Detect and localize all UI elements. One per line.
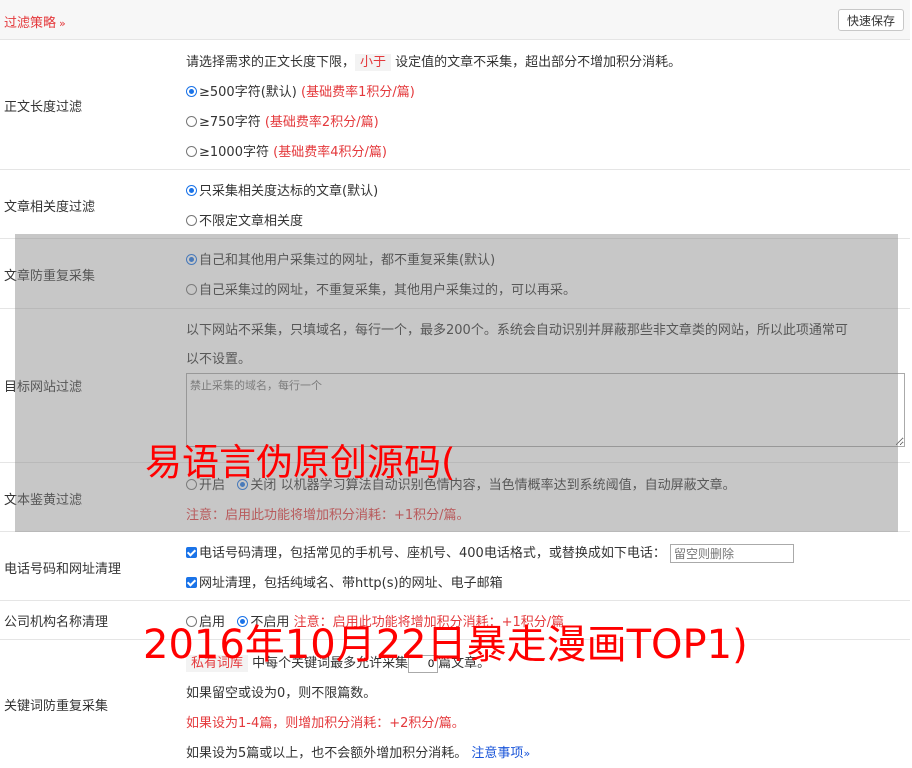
relevance-filter-row: 文章相关度过滤 只采集相关度达标的文章(默认) 不限定文章相关度 — [0, 170, 910, 239]
radio-selected-icon[interactable] — [186, 185, 197, 196]
length-option-500[interactable]: ≥500字符(默认) (基础费率1积分/篇) — [186, 81, 415, 100]
org-clean-label: 公司机构名称清理 — [4, 615, 109, 630]
site-filter-label: 目标网站过滤 — [4, 380, 83, 395]
keyword-limit-line: 私有词库 中每个关键词最多允许采集篇文章。 — [186, 652, 490, 673]
url-clean-option[interactable]: 网址清理，包括纯域名、带http(s)的网址、电子邮箱 — [186, 572, 503, 591]
org-clean-options: 启用 不启用 注意：启用此功能将增加积分消耗：+1积分/篇 — [186, 611, 564, 630]
radio-selected-icon[interactable] — [186, 254, 197, 265]
keyword-note-1: 如果留空或设为0，则不限篇数。 — [186, 686, 377, 701]
porn-filter-on[interactable]: 开启 — [186, 478, 225, 493]
quick-save-button[interactable]: 快速保存 — [837, 9, 904, 31]
org-clean-note: 注意：启用此功能将增加积分消耗：+1积分/篇 — [293, 615, 565, 630]
relevance-option-any[interactable]: 不限定文章相关度 — [186, 210, 303, 229]
org-clean-row: 公司机构名称清理 启用 不启用 注意：启用此功能将增加积分消耗：+1积分/篇 — [0, 601, 910, 640]
porn-filter-desc: 以机器学习算法自动识别色情内容，当色情概率达到系统阈值，自动屏蔽文章。 — [280, 478, 736, 493]
site-filter-row: 目标网站过滤 以下网站不采集，只填域名，每行一个，最多200个。系统会自动识别并… — [0, 309, 910, 463]
length-filter-row: 正文长度过滤 请选择需求的正文长度下限， 小于 设定值的文章不采集，超出部分不增加… — [0, 40, 910, 170]
private-lexicon-tag[interactable]: 私有词库 — [186, 655, 249, 672]
checkbox-checked-icon[interactable] — [186, 547, 197, 558]
radio-selected-icon[interactable] — [237, 616, 249, 627]
site-filter-desc-2: 以不设置。 — [186, 352, 252, 367]
porn-filter-label: 文本鉴黄过滤 — [4, 493, 83, 508]
radio-icon[interactable] — [186, 284, 197, 295]
radio-selected-icon[interactable] — [186, 86, 197, 97]
dedupe-option-all[interactable]: 自己和其他用户采集过的网址，都不重复采集(默认) — [186, 249, 495, 268]
dedupe-option-self[interactable]: 自己采集过的网址，不重复采集，其他用户采集过的，可以再采。 — [186, 279, 576, 298]
length-option-750[interactable]: ≥750字符 (基础费率2积分/篇) — [186, 111, 379, 130]
site-filter-desc-1: 以下网站不采集，只填域名，每行一个，最多200个。系统会自动识别并屏蔽那些非文章… — [186, 323, 848, 338]
radio-icon[interactable] — [186, 616, 197, 627]
chevron-down-icon: » — [523, 747, 531, 760]
length-option-1000[interactable]: ≥1000字符 (基础费率4积分/篇) — [186, 141, 387, 160]
dedupe-label: 文章防重复采集 — [4, 269, 96, 284]
keyword-note-2: 如果设为1-4篇，则增加积分消耗：+2积分/篇。 — [186, 716, 465, 731]
notes-link[interactable]: 注意事项» — [471, 746, 530, 761]
keyword-limit-input[interactable] — [408, 654, 439, 673]
relevance-filter-label: 文章相关度过滤 — [4, 200, 96, 215]
porn-filter-note: 注意：启用此功能将增加积分消耗：+1积分/篇。 — [186, 508, 470, 523]
checkbox-checked-icon[interactable] — [186, 577, 197, 588]
filter-strategy-header: 过滤策略» 快速保存 — [0, 0, 910, 40]
radio-icon[interactable] — [186, 215, 197, 226]
blocked-domains-textarea[interactable] — [186, 373, 905, 447]
section-title[interactable]: 过滤策略» — [4, 12, 66, 31]
radio-selected-icon[interactable] — [237, 479, 249, 490]
org-clean-off[interactable]: 不启用 — [237, 615, 289, 630]
porn-filter-row: 文本鉴黄过滤 开启 关闭 以机器学习算法自动识别色情内容，当色情概率达到系统阈值… — [0, 463, 910, 532]
phone-clean-row: 电话号码和网址清理 电话号码清理，包括常见的手机号、座机号、400电话格式，或替… — [0, 532, 910, 601]
replacement-phone-input[interactable] — [669, 544, 794, 563]
phone-clean-option[interactable]: 电话号码清理，包括常见的手机号、座机号、400电话格式，或替换成如下电话： — [186, 542, 794, 563]
keyword-dedupe-row: 关键词防重复采集 私有词库 中每个关键词最多允许采集篇文章。 如果留空或设为0，… — [0, 640, 910, 768]
length-filter-label: 正文长度过滤 — [4, 100, 83, 115]
length-filter-desc: 请选择需求的正文长度下限， 小于 设定值的文章不采集，超出部分不增加积分消耗。 — [186, 54, 682, 71]
radio-icon[interactable] — [186, 116, 197, 127]
relevance-option-strict[interactable]: 只采集相关度达标的文章(默认) — [186, 180, 378, 199]
radio-icon[interactable] — [186, 479, 197, 490]
keyword-dedupe-label: 关键词防重复采集 — [4, 699, 109, 714]
chevron-down-icon: » — [59, 17, 66, 30]
porn-filter-off[interactable]: 关闭 — [237, 478, 276, 493]
phone-clean-label: 电话号码和网址清理 — [4, 562, 122, 577]
keyword-note-3: 如果设为5篇或以上，也不会额外增加积分消耗。 注意事项» — [186, 746, 531, 761]
org-clean-on[interactable]: 启用 — [186, 615, 225, 630]
dedupe-row: 文章防重复采集 自己和其他用户采集过的网址，都不重复采集(默认) 自己采集过的网… — [0, 239, 910, 309]
porn-filter-options: 开启 关闭 以机器学习算法自动识别色情内容，当色情概率达到系统阈值，自动屏蔽文章… — [186, 474, 736, 493]
highlight-less-than: 小于 — [355, 54, 392, 71]
radio-icon[interactable] — [186, 146, 197, 157]
